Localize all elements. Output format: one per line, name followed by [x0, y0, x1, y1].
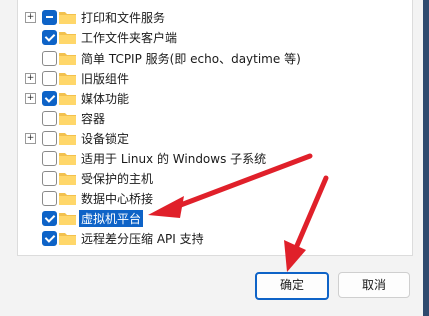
feature-checkbox[interactable] [42, 91, 57, 106]
ok-button[interactable]: 确定 [255, 272, 329, 300]
feature-row-simple-tcpip[interactable]: 简单 TCPIP 服务(即 echo、daytime 等) [18, 48, 388, 68]
feature-label: 旧版组件 [81, 72, 130, 86]
cancel-button[interactable]: 取消 [338, 272, 410, 298]
feature-checkbox[interactable] [42, 231, 57, 246]
folder-icon [59, 213, 76, 225]
folder-icon [59, 113, 76, 125]
feature-row-data-center-bridging[interactable]: 数据中心桥接 [18, 188, 388, 208]
feature-row-remote-differential-compression[interactable]: 远程差分压缩 API 支持 [18, 228, 388, 248]
feature-label: 媒体功能 [81, 92, 130, 106]
folder-icon [59, 32, 76, 44]
folder-icon [59, 133, 76, 145]
folder-icon [59, 233, 76, 245]
folder-icon [59, 93, 76, 105]
feature-checkbox[interactable] [42, 51, 57, 66]
feature-row-device-lockdown[interactable]: + 设备锁定 [18, 128, 388, 148]
feature-label: 远程差分压缩 API 支持 [81, 232, 204, 246]
folder-icon [59, 12, 76, 24]
feature-checkbox[interactable] [42, 30, 57, 45]
feature-row-work-folders[interactable]: 工作文件夹客户端 [18, 27, 388, 47]
feature-label: 打印和文件服务 [81, 11, 166, 25]
feature-row-print-services[interactable]: + 打印和文件服务 [18, 7, 388, 27]
folder-icon [59, 193, 76, 205]
folder-icon [59, 173, 76, 185]
windows-features-dialog: + 打印和文件服务 工作文件夹客户端 简单 TCPIP 服务(即 echo、da… [0, 0, 423, 316]
feature-row-media-features[interactable]: + 媒体功能 [18, 88, 388, 108]
feature-row-wsl[interactable]: 适用于 Linux 的 Windows 子系统 [18, 148, 388, 168]
feature-checkbox[interactable] [42, 111, 57, 126]
feature-label: 适用于 Linux 的 Windows 子系统 [81, 152, 267, 166]
feature-label: 受保护的主机 [81, 172, 154, 186]
feature-checkbox[interactable] [42, 171, 57, 186]
folder-icon [59, 153, 76, 165]
feature-checkbox[interactable] [42, 131, 57, 146]
expand-icon[interactable]: + [25, 133, 36, 144]
feature-label: 设备锁定 [81, 132, 130, 146]
feature-row-legacy-components[interactable]: + 旧版组件 [18, 68, 388, 88]
feature-label: 简单 TCPIP 服务(即 echo、daytime 等) [81, 52, 301, 66]
feature-tree: + 打印和文件服务 工作文件夹客户端 简单 TCPIP 服务(即 echo、da… [17, 0, 413, 256]
feature-label: 虚拟机平台 [79, 210, 144, 227]
expand-icon[interactable]: + [25, 12, 36, 23]
folder-icon [59, 73, 76, 85]
feature-row-containers[interactable]: 容器 [18, 108, 388, 128]
feature-label: 容器 [81, 112, 106, 126]
expand-icon[interactable]: + [25, 73, 36, 84]
feature-row-guarded-host[interactable]: 受保护的主机 [18, 168, 388, 188]
feature-checkbox[interactable] [42, 151, 57, 166]
feature-checkbox[interactable] [42, 10, 57, 25]
feature-label: 工作文件夹客户端 [81, 31, 178, 45]
feature-checkbox[interactable] [42, 191, 57, 206]
feature-checkbox[interactable] [42, 71, 57, 86]
feature-label: 数据中心桥接 [81, 192, 154, 206]
expand-icon[interactable]: + [25, 93, 36, 104]
feature-row-virtual-machine-platform[interactable]: 虚拟机平台 [18, 208, 388, 228]
folder-icon [59, 53, 76, 65]
feature-checkbox[interactable] [42, 211, 57, 226]
